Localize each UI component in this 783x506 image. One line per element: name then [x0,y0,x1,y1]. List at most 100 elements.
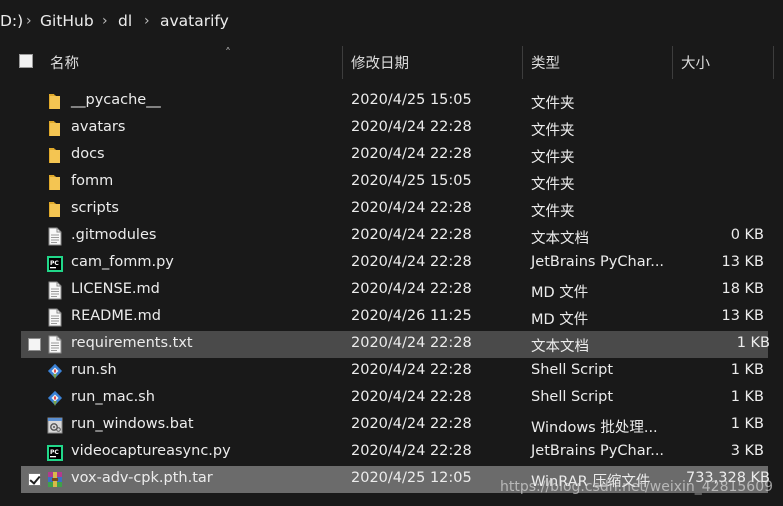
folder-icon [47,173,63,192]
chevron-right-icon: › [102,13,108,29]
text-file-icon [47,335,63,354]
file-row[interactable]: requirements.txt 2020/4/24 22:28 文本文档 1 KB [21,331,770,358]
pycharm-file-icon: PC [47,443,63,462]
file-row[interactable]: PC videocaptureasync.py 2020/4/24 22:28 Jet… [0,439,783,466]
file-date: 2020/4/24 22:28 [351,146,472,162]
column-name-label: 名称 [50,56,79,72]
file-row[interactable]: .gitmodules 2020/4/24 22:28 文本文档 0 KB [0,223,783,250]
select-all-checkbox[interactable] [19,54,33,68]
file-date: 2020/4/24 22:28 [351,362,472,378]
row-checkbox[interactable] [28,473,41,486]
breadcrumb-github[interactable]: GitHub [40,12,94,30]
folder-icon [47,119,63,138]
row-checkbox[interactable] [28,338,41,351]
file-name: run_mac.sh [71,389,155,405]
file-date: 2020/4/24 22:28 [351,335,472,351]
file-size: 18 KB [721,281,764,297]
svg-text:PC: PC [50,260,59,267]
file-row[interactable]: LICENSE.md 2020/4/24 22:28 MD 文件 18 KB [0,277,783,304]
file-name: scripts [71,200,119,216]
file-row[interactable]: PC cam_fomm.py 2020/4/24 22:28 JetBrains Py… [0,250,783,277]
column-header: 名称 ˄ 修改日期 类型 大小 [0,44,783,80]
file-type: 文件夹 [531,204,575,220]
file-date: 2020/4/24 22:28 [351,443,472,459]
batch-file-icon [47,416,63,435]
file-type: 文件夹 [531,96,575,112]
file-date: 2020/4/25 15:05 [351,92,472,108]
file-row[interactable]: __pycache__ 2020/4/25 15:05 文件夹 [0,88,783,115]
svg-text:PC: PC [50,449,59,456]
file-size: 0 KB [730,227,764,243]
address-bar[interactable]: D:) › GitHub › dl › avatarify [0,0,783,44]
file-name: __pycache__ [71,92,161,108]
file-type: Shell Script [531,389,614,405]
column-divider[interactable] [522,46,523,79]
text-file-icon [47,227,63,246]
text-file-icon [47,281,63,300]
folder-icon [47,92,63,111]
file-row[interactable]: fomm 2020/4/25 15:05 文件夹 [0,169,783,196]
file-name: fomm [71,173,114,189]
file-row[interactable]: scripts 2020/4/24 22:28 文件夹 [0,196,783,223]
pycharm-file-icon: PC [47,254,63,273]
file-date: 2020/4/24 22:28 [351,254,472,270]
file-type: JetBrains PyChar... [531,254,665,270]
file-type: 文件夹 [531,123,575,139]
breadcrumb-dl[interactable]: dl [118,12,132,30]
column-divider[interactable] [342,46,343,79]
file-row[interactable]: run_windows.bat 2020/4/24 22:28 Windows 批处… [0,412,783,439]
shell-script-icon [47,389,63,408]
file-name: LICENSE.md [71,281,160,297]
breadcrumb-avatarify[interactable]: avatarify [160,12,229,30]
file-name: run_windows.bat [71,416,194,432]
file-name: avatars [71,119,126,135]
file-name: .gitmodules [71,227,157,243]
file-size: 3 KB [730,443,764,459]
file-type: JetBrains PyChar... [531,443,665,459]
column-name[interactable]: 名称 ˄ [50,46,231,73]
file-date: 2020/4/24 22:28 [351,119,472,135]
file-name: README.md [71,308,161,324]
shell-script-icon [47,362,63,381]
column-size[interactable]: 大小 [681,52,710,73]
file-name: cam_fomm.py [71,254,174,270]
file-date: 2020/4/25 15:05 [351,173,472,189]
file-date: 2020/4/24 22:28 [351,281,472,297]
file-name: docs [71,146,105,162]
file-name: run.sh [71,362,117,378]
file-type: Windows 批处理... [531,420,658,436]
column-divider[interactable] [672,46,673,79]
file-size: 13 KB [721,308,764,324]
watermark-text: https://blog.csdn.net/weixin_42815609 [500,479,774,495]
file-row[interactable]: README.md 2020/4/26 11:25 MD 文件 13 KB [0,304,783,331]
sort-ascending-icon: ˄ [225,46,231,60]
file-date: 2020/4/24 22:28 [351,200,472,216]
file-size: 1 KB [730,416,764,432]
file-date: 2020/4/24 22:28 [351,416,472,432]
column-type[interactable]: 类型 [531,52,560,73]
file-name: requirements.txt [71,335,193,351]
file-row[interactable]: run.sh 2020/4/24 22:28 Shell Script 1 KB [0,358,783,385]
text-file-icon [47,308,63,327]
column-date[interactable]: 修改日期 [351,52,409,73]
file-row[interactable]: avatars 2020/4/24 22:28 文件夹 [0,115,783,142]
file-date: 2020/4/24 22:28 [351,389,472,405]
file-type: 文本文档 [531,339,589,355]
column-divider[interactable] [773,46,774,79]
file-type: Shell Script [531,362,614,378]
file-date: 2020/4/26 11:25 [351,308,472,324]
file-type: 文件夹 [531,150,575,166]
file-name: vox-adv-cpk.pth.tar [71,470,213,486]
winrar-archive-icon [47,470,63,489]
folder-icon [47,146,63,165]
file-row[interactable]: docs 2020/4/24 22:28 文件夹 [0,142,783,169]
file-date: 2020/4/24 22:28 [351,227,472,243]
file-type: MD 文件 [531,312,589,328]
file-size: 1 KB [730,362,764,378]
chevron-right-icon: › [144,13,150,29]
file-type: 文本文档 [531,231,589,247]
file-type: 文件夹 [531,177,575,193]
chevron-right-icon: › [26,13,32,29]
breadcrumb-drive[interactable]: D:) [0,12,23,30]
file-row[interactable]: run_mac.sh 2020/4/24 22:28 Shell Script 1 K… [0,385,783,412]
